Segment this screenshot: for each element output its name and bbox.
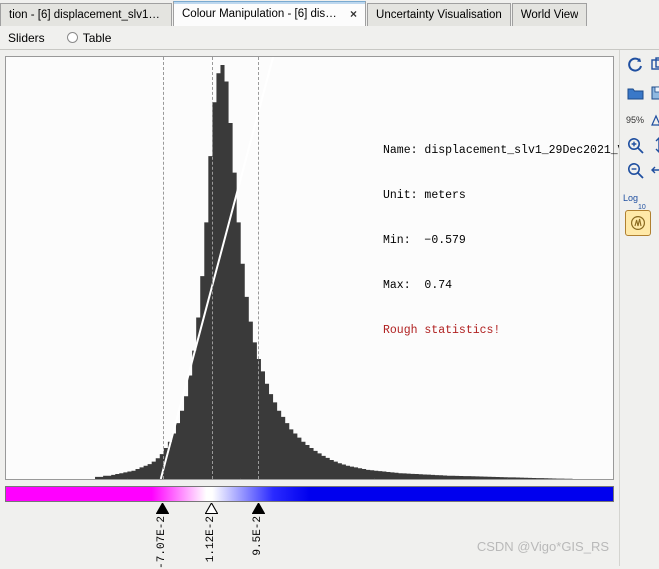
colour-ramp[interactable] <box>5 486 614 502</box>
slider-handle-1[interactable] <box>155 501 170 517</box>
table-radio-group[interactable]: Table <box>66 31 112 45</box>
slider-marker-line-1 <box>162 57 164 479</box>
slider-handle-3[interactable] <box>251 501 266 517</box>
percent-95-icon[interactable]: 95% <box>621 107 649 133</box>
multi-apply-icon[interactable] <box>646 52 659 78</box>
tab-label: Uncertainty Visualisation <box>376 8 502 21</box>
stat-name-row: Name: displacement_slv1_29Dec2021_VV <box>383 143 631 158</box>
tab-uncertainty-visualisation[interactable]: Uncertainty Visualisation <box>367 3 511 26</box>
stat-name-value: displacement_slv1_29Dec2021_VV <box>424 144 632 157</box>
stat-unit-label: Unit: <box>383 189 418 202</box>
stat-max-value: 0.74 <box>424 279 453 292</box>
sliders-label[interactable]: Sliders <box>8 31 45 45</box>
colour-manipulation-panel: Name: displacement_slv1_29Dec2021_VV Uni… <box>0 50 631 569</box>
log-label: Log <box>623 193 639 203</box>
mode-toolbar: Sliders Table <box>0 26 659 50</box>
stat-name-label: Name: <box>383 144 418 157</box>
log10-icon[interactable]: Log 10 <box>621 185 653 211</box>
stat-unit-value: meters <box>424 189 466 202</box>
stat-min-value: −0.579 <box>424 234 466 247</box>
import-icon[interactable] <box>622 80 648 106</box>
percent-95-label: 95% <box>625 115 644 125</box>
tab-label: tion - [6] displacement_slv1_2… <box>9 8 163 21</box>
zoom-in-icon[interactable] <box>622 132 648 158</box>
slider-value-label-3: 9.5E-2 <box>251 516 264 556</box>
slider-handle-2[interactable] <box>204 501 219 517</box>
colour-manipulation-window: tion - [6] displacement_slv1_2… Colour M… <box>0 0 659 569</box>
watermark: CSDN @Vigo*GIS_RS <box>476 539 609 554</box>
zoom-out-icon[interactable] <box>622 157 648 183</box>
stat-max-row: Max: 0.74 <box>383 278 631 293</box>
statistics-block: Name: displacement_slv1_29Dec2021_VV Uni… <box>383 113 631 368</box>
right-toolbar: 95% Log 10 <box>619 50 659 566</box>
slider-value-label-1: -7.07E-2 <box>156 516 169 569</box>
histogram-toggle-icon[interactable] <box>625 210 651 236</box>
tab-bar: tion - [6] displacement_slv1_2… Colour M… <box>0 0 659 26</box>
stat-min-label: Min: <box>383 234 411 247</box>
table-label[interactable]: Table <box>83 31 112 45</box>
slider-marker-line-2 <box>211 57 213 479</box>
tab-information[interactable]: tion - [6] displacement_slv1_2… <box>0 3 172 26</box>
tab-world-view[interactable]: World View <box>511 3 588 26</box>
rough-statistics-warning: Rough statistics! <box>383 324 501 337</box>
stat-max-label: Max: <box>383 279 411 292</box>
zoom-vertical-icon[interactable] <box>646 132 659 158</box>
radio-icon[interactable] <box>66 32 78 43</box>
stat-min-row: Min: −0.579 <box>383 233 631 248</box>
stat-unit-row: Unit: meters <box>383 188 631 203</box>
export-icon[interactable] <box>646 80 659 106</box>
distribution-icon[interactable] <box>646 107 659 133</box>
reset-icon[interactable] <box>622 52 648 78</box>
slider-marker-line-3 <box>257 57 259 479</box>
tab-label: Colour Manipulation - [6] displac… <box>182 7 342 20</box>
slider-value-label-2: 1.12E-2 <box>205 516 218 563</box>
close-icon[interactable]: × <box>350 2 357 26</box>
zoom-horizontal-icon[interactable] <box>646 157 659 183</box>
tab-label: World View <box>520 8 579 21</box>
tab-colour-manipulation[interactable]: Colour Manipulation - [6] displac… × <box>173 1 367 26</box>
